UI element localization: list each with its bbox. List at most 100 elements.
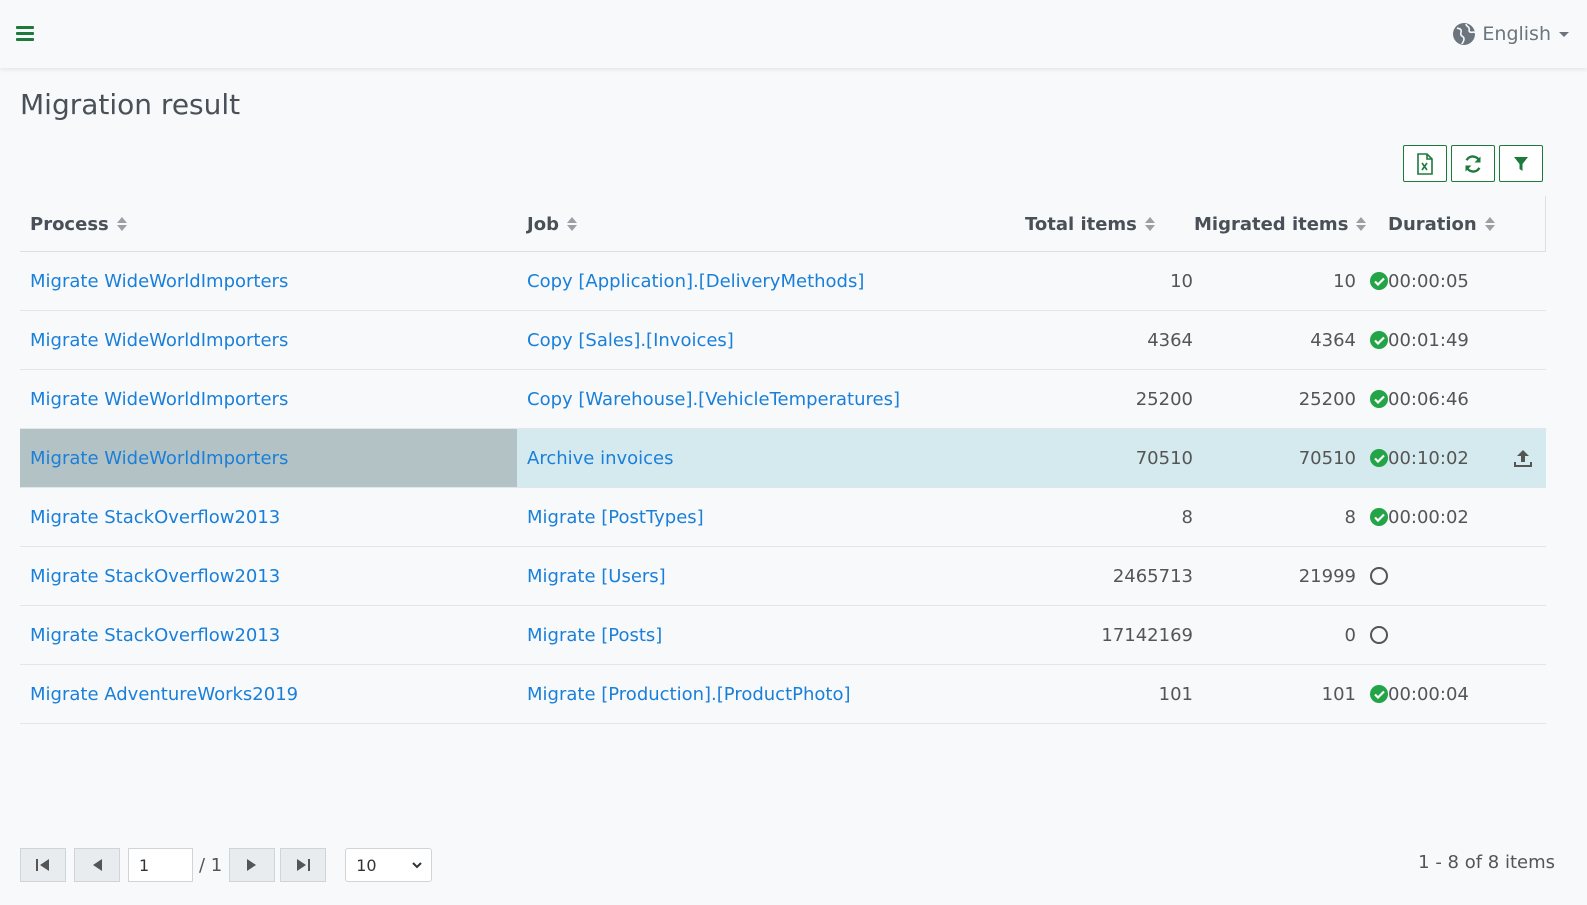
row-details: Archive invoices 70510 70510 00:10:02 xyxy=(517,429,1546,487)
table-row[interactable]: Migrate StackOverflow2013 Migrate [Posts]… xyxy=(20,606,1546,665)
migrated-items-value: 8 xyxy=(1344,506,1356,528)
column-header-label: Job xyxy=(527,213,559,235)
previous-page-button[interactable] xyxy=(74,848,120,882)
last-page-icon xyxy=(297,859,311,871)
job-link[interactable]: Migrate [Posts] xyxy=(527,606,662,664)
table-row[interactable]: Migrate StackOverflow2013 Migrate [Users]… xyxy=(20,547,1546,606)
table-row[interactable]: Migrate WideWorldImporters Copy [Warehous… xyxy=(20,370,1546,429)
job-link[interactable]: Migrate [Users] xyxy=(527,547,666,605)
status-cell xyxy=(1369,252,1389,310)
check-circle-icon xyxy=(1370,390,1388,408)
refresh-button[interactable] xyxy=(1451,145,1495,182)
filter-button[interactable] xyxy=(1499,145,1543,182)
status-cell xyxy=(1369,606,1389,664)
row-details: Migrate [Users] 2465713 21999 xyxy=(517,547,1546,605)
next-page-button[interactable] xyxy=(229,848,276,882)
column-header-job[interactable]: Job xyxy=(527,196,577,252)
last-page-button[interactable] xyxy=(280,848,327,882)
top-navbar: English xyxy=(0,0,1587,68)
status-cell xyxy=(1369,665,1389,723)
job-link[interactable]: Migrate [PostTypes] xyxy=(527,488,704,546)
process-link[interactable]: Migrate WideWorldImporters xyxy=(30,311,288,369)
process-link[interactable]: Migrate StackOverflow2013 xyxy=(30,488,280,546)
migrated-items-value: 70510 xyxy=(1298,447,1356,469)
chevron-down-icon xyxy=(1559,31,1569,37)
row-details: Copy [Warehouse].[VehicleTemperatures] 25… xyxy=(517,370,1546,428)
page-number-input[interactable] xyxy=(128,848,193,882)
duration-value: 00:10:02 xyxy=(1388,447,1469,469)
column-header-duration[interactable]: Duration xyxy=(1388,196,1495,252)
duration-value: 00:00:05 xyxy=(1388,270,1469,292)
total-items-value: 17142169 xyxy=(1101,624,1193,646)
process-cell: Migrate WideWorldImporters xyxy=(20,252,517,310)
process-cell: Migrate AdventureWorks2019 xyxy=(20,665,517,723)
migrated-items-value: 4364 xyxy=(1310,329,1356,351)
duration-value: 00:06:46 xyxy=(1388,388,1469,410)
status-cell xyxy=(1369,488,1389,546)
export-excel-button[interactable] xyxy=(1403,145,1447,182)
process-link[interactable]: Migrate AdventureWorks2019 xyxy=(30,665,298,723)
hamburger-icon[interactable] xyxy=(16,26,34,42)
column-header-total-items[interactable]: Total items xyxy=(1025,196,1155,252)
pager-info: 1 - 8 of 8 items xyxy=(1418,852,1555,873)
total-items-value: 4364 xyxy=(1147,329,1193,351)
column-header-label: Process xyxy=(30,213,109,235)
total-items-value: 25200 xyxy=(1135,388,1193,410)
process-link[interactable]: Migrate StackOverflow2013 xyxy=(30,606,280,664)
process-cell: Migrate WideWorldImporters xyxy=(20,311,517,369)
process-cell: Migrate WideWorldImporters xyxy=(20,429,517,487)
row-details: Copy [Application].[DeliveryMethods] 10 10… xyxy=(517,252,1546,310)
column-header-label: Duration xyxy=(1388,213,1477,235)
upload-button[interactable] xyxy=(1510,429,1536,487)
pending-circle-icon xyxy=(1370,567,1388,585)
sort-icon xyxy=(1484,217,1495,231)
grid-toolbar xyxy=(1403,145,1543,182)
sort-icon xyxy=(566,217,577,231)
language-selector[interactable]: English xyxy=(1452,20,1569,48)
total-items-value: 10 xyxy=(1170,270,1193,292)
job-link[interactable]: Copy [Application].[DeliveryMethods] xyxy=(527,252,864,310)
migrated-items-value: 10 xyxy=(1333,270,1356,292)
status-cell xyxy=(1369,311,1389,369)
pager: / 1 10 xyxy=(20,848,433,882)
migrated-items-value: 0 xyxy=(1344,624,1356,646)
migrated-items-value: 21999 xyxy=(1298,565,1356,587)
column-header-label: Migrated items xyxy=(1194,213,1349,235)
job-link[interactable]: Copy [Warehouse].[VehicleTemperatures] xyxy=(527,370,900,428)
process-link[interactable]: Migrate StackOverflow2013 xyxy=(30,547,280,605)
process-link[interactable]: Migrate WideWorldImporters xyxy=(30,252,288,310)
process-cell: Migrate WideWorldImporters xyxy=(20,370,517,428)
job-link[interactable]: Migrate [Production].[ProductPhoto] xyxy=(527,665,851,723)
page-size-select[interactable]: 10 xyxy=(345,848,433,882)
table-row[interactable]: Migrate AdventureWorks2019 Migrate [Produ… xyxy=(20,665,1546,724)
status-cell xyxy=(1369,370,1389,428)
status-cell xyxy=(1369,429,1389,487)
row-details: Migrate [Posts] 17142169 0 xyxy=(517,606,1546,664)
total-items-value: 2465713 xyxy=(1112,565,1193,587)
sort-icon xyxy=(1356,217,1367,231)
table-row[interactable]: Migrate StackOverflow2013 Migrate [PostTy… xyxy=(20,488,1546,547)
total-items-value: 8 xyxy=(1181,506,1193,528)
column-header-process[interactable]: Process xyxy=(30,196,127,252)
migration-result-grid: Process Job Total items Migrated items D… xyxy=(20,196,1546,724)
first-page-icon xyxy=(36,859,49,871)
total-items-value: 70510 xyxy=(1135,447,1193,469)
first-page-button[interactable] xyxy=(20,848,66,882)
refresh-icon xyxy=(1465,154,1481,173)
duration-value: 00:01:49 xyxy=(1388,329,1469,351)
duration-value: 00:00:02 xyxy=(1388,506,1469,528)
process-link[interactable]: Migrate WideWorldImporters xyxy=(30,429,288,487)
column-header-migrated-items[interactable]: Migrated items xyxy=(1194,196,1367,252)
job-link[interactable]: Copy [Sales].[Invoices] xyxy=(527,311,734,369)
check-circle-icon xyxy=(1370,331,1388,349)
job-link[interactable]: Archive invoices xyxy=(527,429,674,487)
duration-value: 00:00:04 xyxy=(1388,683,1469,705)
grid-header: Process Job Total items Migrated items D… xyxy=(20,196,1546,252)
filter-icon xyxy=(1514,156,1528,171)
process-link[interactable]: Migrate WideWorldImporters xyxy=(30,370,288,428)
check-circle-icon xyxy=(1370,685,1388,703)
table-row[interactable]: Migrate WideWorldImporters Copy [Applicat… xyxy=(20,252,1546,311)
table-row[interactable]: Migrate WideWorldImporters Copy [Sales].[… xyxy=(20,311,1546,370)
process-cell: Migrate StackOverflow2013 xyxy=(20,488,517,546)
table-row[interactable]: Migrate WideWorldImporters Archive invoic… xyxy=(20,429,1546,488)
